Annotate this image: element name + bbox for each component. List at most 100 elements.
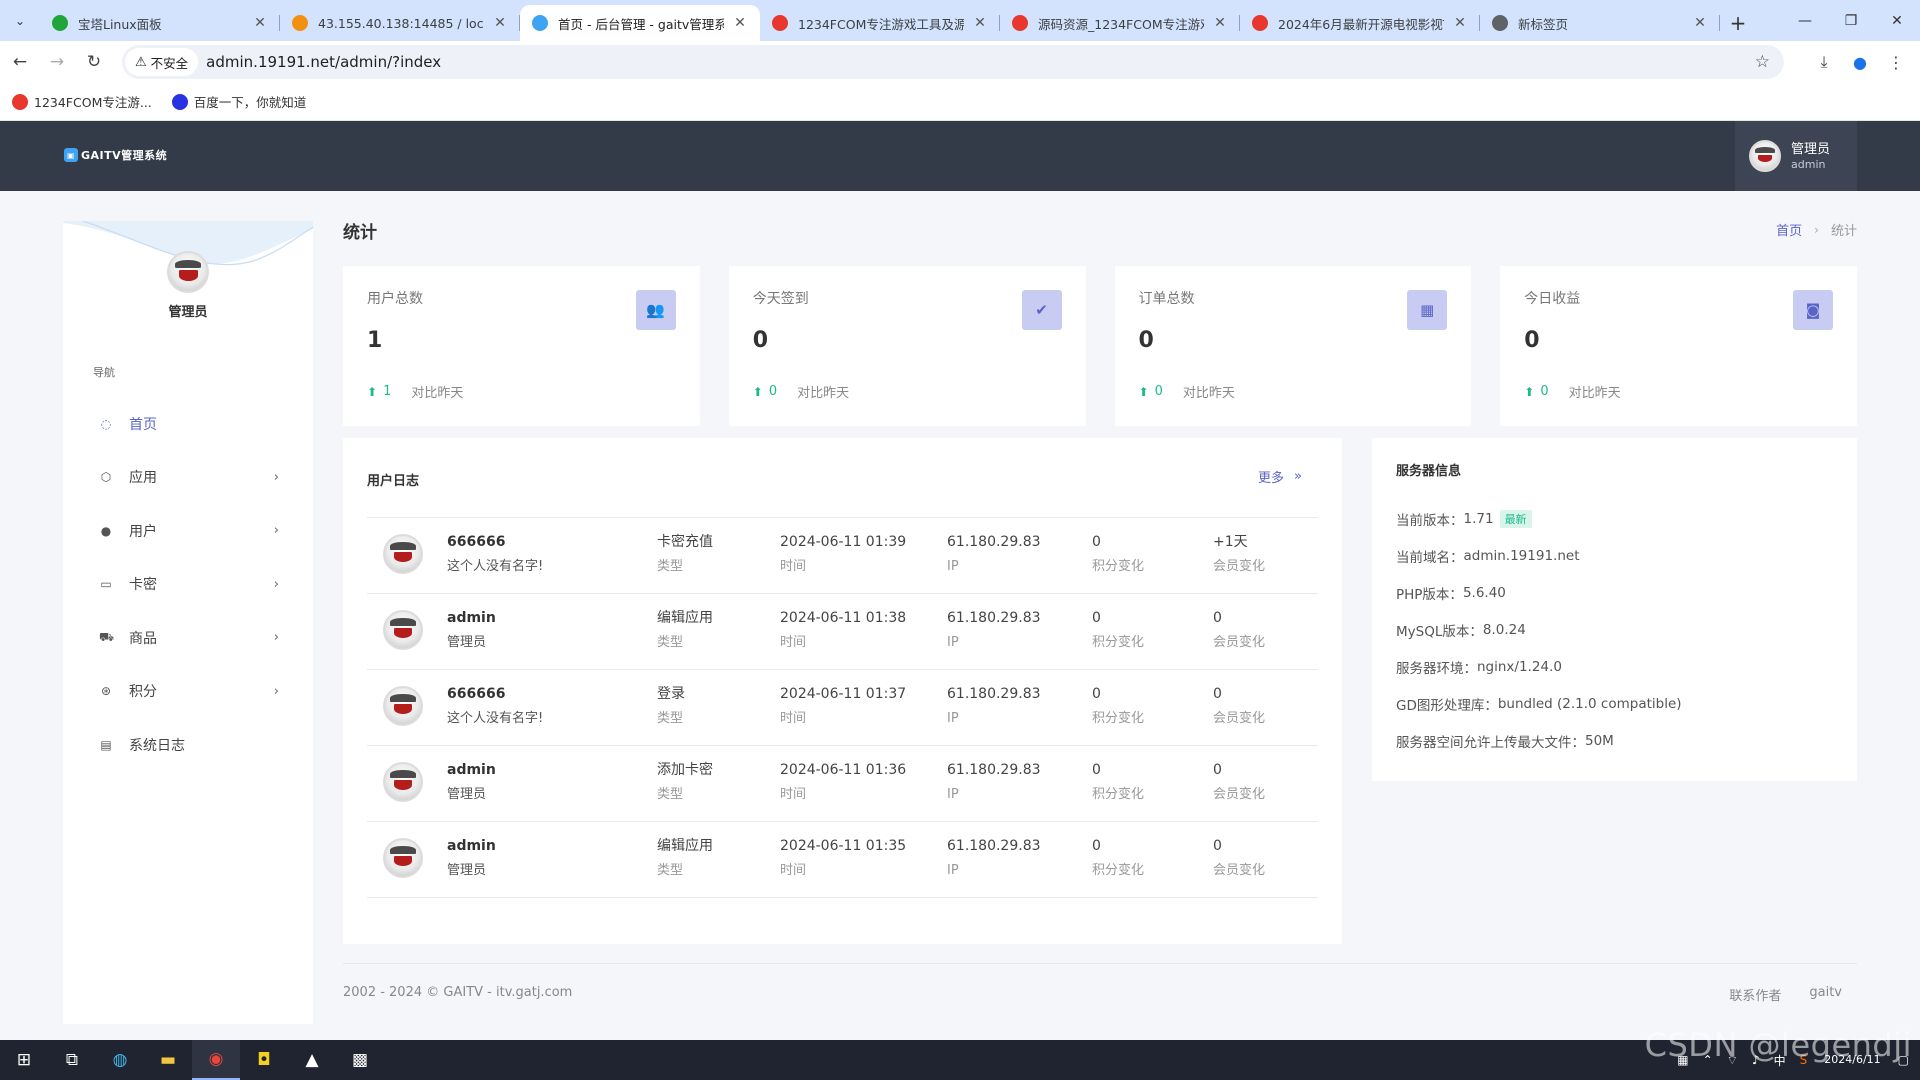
windows-start-icon[interactable]: ⊞ xyxy=(0,1040,48,1080)
log-points-cell: 0 积分变化 xyxy=(1092,608,1144,653)
stat-label: 今日收益 xyxy=(1524,291,1581,307)
photos-icon[interactable]: ▲ xyxy=(288,1040,336,1080)
log-type-cell: 添加卡密 类型 xyxy=(657,760,713,805)
server-info-label: MySQL版本： xyxy=(1396,623,1483,640)
chevron-right-icon: › xyxy=(273,630,279,646)
log-user-avatar[interactable] xyxy=(383,610,423,650)
tab-search-chevron-icon[interactable]: ⌄ xyxy=(0,0,40,41)
log-points-cell: 0 积分变化 xyxy=(1092,836,1144,881)
server-info-list: 当前版本： 1.71 最新 当前域名： admin.19191.net PHP版本：… xyxy=(1396,500,1682,759)
bookmark-item[interactable]: 1234FCOM专注游... xyxy=(12,92,152,111)
forward-icon[interactable]: → xyxy=(40,45,74,79)
browser-tab[interactable]: ● 首页 - 后台管理 - gaitv管理系 ✕ xyxy=(520,5,760,41)
browser-tab[interactable]: ● 43.155.40.138:14485 / localh ✕ xyxy=(280,5,520,41)
sidebar-item[interactable]: ● 用户 › xyxy=(63,504,313,558)
sidebar-avatar[interactable] xyxy=(167,251,209,293)
tab-close-icon[interactable]: ✕ xyxy=(252,15,268,31)
close-window-icon[interactable]: ✕ xyxy=(1874,0,1920,41)
log-member-caption: 会员变化 xyxy=(1213,787,1266,802)
log-row[interactable]: admin 管理员 添加卡密 类型 2024-06-11 01:36 时间 61.180.2… xyxy=(367,746,1318,822)
bookmark-star-icon[interactable]: ☆ xyxy=(1755,52,1770,72)
server-info-item: 服务器空间允许上传最大文件： 50M xyxy=(1396,722,1682,759)
tab-close-icon[interactable]: ✕ xyxy=(492,15,508,31)
log-member-cell: 0 会员变化 xyxy=(1213,760,1265,805)
log-type-caption: 类型 xyxy=(657,787,684,802)
tab-close-icon[interactable]: ✕ xyxy=(972,15,988,31)
security-indicator[interactable]: ⚠ 不安全 xyxy=(125,48,199,76)
breadcrumb-home-link[interactable]: 首页 xyxy=(1776,220,1802,239)
browser-tab[interactable]: ● 宝塔Linux面板 ✕ xyxy=(40,5,280,41)
minimize-icon[interactable]: — xyxy=(1782,0,1828,41)
user-log-title: 用户日志 xyxy=(367,474,420,489)
log-ip-value: 61.180.29.83 xyxy=(947,838,1041,854)
edge-browser-icon[interactable]: ◍ xyxy=(96,1040,144,1080)
bookmarks-bar: 1234FCOM专注游... 百度一下，你就知道 xyxy=(0,83,1920,121)
browser-tab[interactable]: ● 2024年6月最新开源电视影视T ✕ xyxy=(1240,5,1480,41)
chevron-right-icon: › xyxy=(273,469,279,485)
new-tab-button[interactable]: + xyxy=(1720,5,1756,41)
sidebar-item[interactable]: ⬡ 应用 › xyxy=(63,451,313,505)
restore-icon[interactable]: ❐ xyxy=(1828,0,1874,41)
log-member-value: 0 xyxy=(1213,686,1222,702)
log-row[interactable]: 666666 这个人没有名字! 登录 类型 2024-06-11 01:37 时间 61.1… xyxy=(367,670,1318,746)
log-points-caption: 积分变化 xyxy=(1092,787,1145,802)
tab-close-icon[interactable]: ✕ xyxy=(1692,15,1708,31)
server-info-label: PHP版本： xyxy=(1396,586,1463,603)
chrome-taskbar-icon[interactable]: ◉ xyxy=(192,1040,240,1080)
log-member-caption: 会员变化 xyxy=(1213,863,1266,878)
browser-tab[interactable]: ● 新标签页 ✕ xyxy=(1480,5,1720,41)
sidebar-item[interactable]: ⛟ 商品 › xyxy=(63,611,313,665)
download-icon[interactable]: ⤓ xyxy=(1806,45,1842,79)
log-user-avatar[interactable] xyxy=(383,686,423,726)
file-explorer-icon[interactable]: ▬ xyxy=(144,1040,192,1080)
video-editor-icon[interactable]: ▩ xyxy=(336,1040,384,1080)
tab-close-icon[interactable]: ✕ xyxy=(1452,15,1468,31)
log-points-value: 0 xyxy=(1092,534,1101,550)
log-user-avatar[interactable] xyxy=(383,838,423,878)
log-user-avatar[interactable] xyxy=(383,762,423,802)
app-logo[interactable]: ▣ GAITV管理系统 xyxy=(64,147,167,163)
footer-link[interactable]: 联系作者 xyxy=(1729,985,1781,1004)
browser-tab-title: 2024年6月最新开源电视影视T xyxy=(1278,16,1444,32)
log-points-caption: 积分变化 xyxy=(1092,559,1145,574)
logo-text: GAITV管理系统 xyxy=(81,149,168,162)
task-view-icon[interactable]: ⧉ xyxy=(48,1040,96,1080)
sidebar-item[interactable]: ▭ 卡密 › xyxy=(63,558,313,612)
log-row[interactable]: 666666 这个人没有名字! 卡密充值 类型 2024-06-11 01:39 时间 61… xyxy=(367,518,1318,594)
url-text[interactable]: admin.19191.net/admin/?index xyxy=(206,53,441,71)
sidebar-item[interactable]: ▤ 系统日志 xyxy=(63,718,313,772)
log-member-cell: 0 会员变化 xyxy=(1213,608,1265,653)
sidebar-item[interactable]: ◌ 首页 xyxy=(63,397,313,451)
log-row[interactable]: admin 管理员 编辑应用 类型 2024-06-11 01:38 时间 61.180.2… xyxy=(367,594,1318,670)
log-row[interactable]: admin 管理员 编辑应用 类型 2024-06-11 01:35 时间 61.180.2… xyxy=(367,822,1318,898)
reload-icon[interactable]: ↻ xyxy=(77,45,111,79)
menu-kebab-icon[interactable]: ⋮ xyxy=(1878,45,1914,79)
log-time-caption: 时间 xyxy=(780,711,807,726)
log-user-cell: 666666 这个人没有名字! xyxy=(447,532,543,577)
server-info-value: 50M xyxy=(1585,732,1614,749)
log-ip-cell: 61.180.29.83 IP xyxy=(947,608,1041,653)
log-type-value: 登录 xyxy=(657,686,685,702)
stat-card: 订单总数 0 ▦ ⬆ 0 对比昨天 xyxy=(1114,266,1472,426)
more-link[interactable]: 更多 » xyxy=(1258,467,1302,486)
log-member-caption: 会员变化 xyxy=(1213,711,1266,726)
browser-tab[interactable]: ● 源码资源_1234FCOM专注游戏 ✕ xyxy=(1000,5,1240,41)
sidebar-nav: ◌ 首页 ⬡ 应用 › ● 用户 › ▭ 卡密 › ⛟ 商品 › ⊛ 积分 › ▤ 系统日志 xyxy=(63,397,313,772)
sidebar-item[interactable]: ⊛ 积分 › xyxy=(63,665,313,719)
tab-close-icon[interactable]: ✕ xyxy=(732,15,748,31)
app-d-icon[interactable]: ◘ xyxy=(240,1040,288,1080)
tab-close-icon[interactable]: ✕ xyxy=(1212,15,1228,31)
footer-link[interactable]: gaitv xyxy=(1809,985,1842,1004)
browser-tab[interactable]: ● 1234FCOM专注游戏工具及源 ✕ xyxy=(760,5,1000,41)
log-user-avatar[interactable] xyxy=(383,534,423,574)
log-time-value: 2024-06-11 01:38 xyxy=(780,610,907,626)
stat-cards: 用户总数 1 👥 ⬆ 1 对比昨天 今天签到 0 ✔ ⬆ 0 对比昨天 订单总数 0 ▦ ⬆ 0 对比昨天 今日收益… xyxy=(343,266,1857,426)
profile-icon[interactable]: ● xyxy=(1842,45,1878,79)
bookmark-item[interactable]: 百度一下，你就知道 xyxy=(171,92,306,111)
address-bar[interactable]: ⚠ 不安全 admin.19191.net/admin/?index ☆ xyxy=(122,45,1784,79)
stat-value: 1 xyxy=(367,328,383,353)
back-icon[interactable]: ← xyxy=(3,45,37,79)
log-user-caption: 管理员 xyxy=(447,863,487,878)
server-info-value: admin.19191.net xyxy=(1463,547,1580,564)
header-user-menu[interactable]: 管理员 admin xyxy=(1735,121,1857,191)
